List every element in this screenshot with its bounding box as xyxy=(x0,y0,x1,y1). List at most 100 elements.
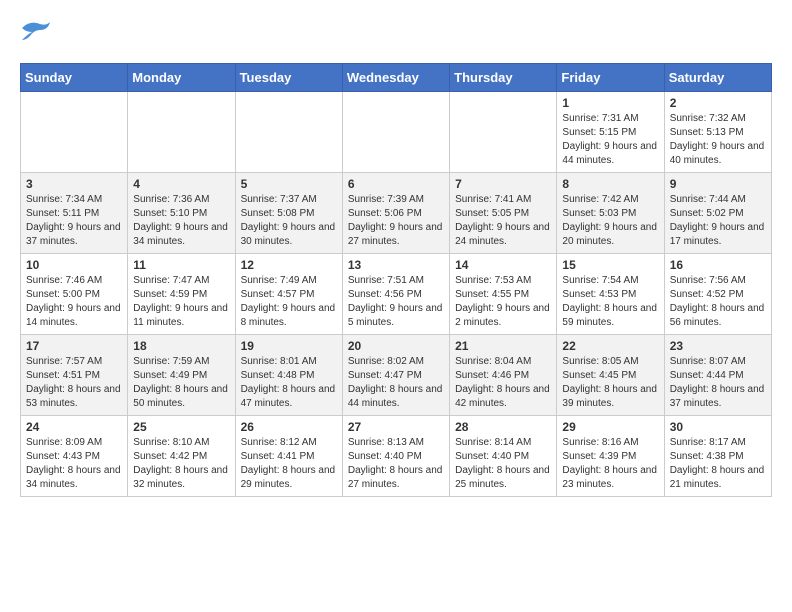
day-info: Sunrise: 7:57 AM Sunset: 4:51 PM Dayligh… xyxy=(26,355,122,411)
day-number: 14 xyxy=(455,258,551,272)
day-number: 1 xyxy=(562,96,658,110)
calendar-week-row: 1 Sunrise: 7:31 AM Sunset: 5:15 PM Daylig… xyxy=(21,92,772,173)
column-header-friday: Friday xyxy=(557,64,664,92)
day-info: Sunrise: 8:14 AM Sunset: 4:40 PM Dayligh… xyxy=(455,436,551,492)
day-info: Sunrise: 8:17 AM Sunset: 4:38 PM Dayligh… xyxy=(670,436,766,492)
day-number: 27 xyxy=(348,420,444,434)
calendar-cell: 27 Sunrise: 8:13 AM Sunset: 4:40 PM Dayli… xyxy=(342,416,449,497)
day-info: Sunrise: 8:04 AM Sunset: 4:46 PM Dayligh… xyxy=(455,355,551,411)
calendar-cell: 5Sunrise: 7:37 AM Sunset: 5:08 PM Daylig… xyxy=(235,173,342,254)
day-info: Sunrise: 7:31 AM Sunset: 5:15 PM Dayligh… xyxy=(562,112,658,168)
calendar-cell xyxy=(128,92,235,173)
calendar-cell: 10 Sunrise: 7:46 AM Sunset: 5:00 PM Dayli… xyxy=(21,254,128,335)
day-info: Sunrise: 7:46 AM Sunset: 5:00 PM Dayligh… xyxy=(26,274,122,330)
column-header-wednesday: Wednesday xyxy=(342,64,449,92)
calendar-week-row: 17 Sunrise: 7:57 AM Sunset: 4:51 PM Dayli… xyxy=(21,335,772,416)
column-header-monday: Monday xyxy=(128,64,235,92)
calendar-week-row: 24 Sunrise: 8:09 AM Sunset: 4:43 PM Dayli… xyxy=(21,416,772,497)
calendar-cell: 8 Sunrise: 7:42 AM Sunset: 5:03 PM Daylig… xyxy=(557,173,664,254)
day-info: Sunrise: 7:47 AM Sunset: 4:59 PM Dayligh… xyxy=(133,274,229,330)
day-number: 26 xyxy=(241,420,337,434)
day-info: Sunrise: 8:09 AM Sunset: 4:43 PM Dayligh… xyxy=(26,436,122,492)
day-info: Sunrise: 7:32 AM Sunset: 5:13 PM Dayligh… xyxy=(670,112,766,168)
day-number: 29 xyxy=(562,420,658,434)
day-info: Sunrise: 7:39 AM Sunset: 5:06 PM Dayligh… xyxy=(348,193,444,249)
day-info: Sunrise: 8:16 AM Sunset: 4:39 PM Dayligh… xyxy=(562,436,658,492)
calendar-header-row: SundayMondayTuesdayWednesdayThursdayFrid… xyxy=(21,64,772,92)
day-info: Sunrise: 8:13 AM Sunset: 4:40 PM Dayligh… xyxy=(348,436,444,492)
calendar-cell: 1 Sunrise: 7:31 AM Sunset: 5:15 PM Daylig… xyxy=(557,92,664,173)
logo-bird-icon xyxy=(22,20,52,42)
calendar-cell: 25Sunrise: 8:10 AM Sunset: 4:42 PM Dayli… xyxy=(128,416,235,497)
calendar-cell: 28 Sunrise: 8:14 AM Sunset: 4:40 PM Dayli… xyxy=(450,416,557,497)
calendar-cell xyxy=(342,92,449,173)
day-number: 9 xyxy=(670,177,766,191)
calendar-cell: 16 Sunrise: 7:56 AM Sunset: 4:52 PM Dayli… xyxy=(664,254,771,335)
calendar-cell: 11 Sunrise: 7:47 AM Sunset: 4:59 PM Dayli… xyxy=(128,254,235,335)
day-info: Sunrise: 8:12 AM Sunset: 4:41 PM Dayligh… xyxy=(241,436,337,492)
calendar-cell: 14Sunrise: 7:53 AM Sunset: 4:55 PM Dayli… xyxy=(450,254,557,335)
calendar-cell: 19Sunrise: 8:01 AM Sunset: 4:48 PM Dayli… xyxy=(235,335,342,416)
calendar-week-row: 3Sunrise: 7:34 AM Sunset: 5:11 PM Daylig… xyxy=(21,173,772,254)
calendar-cell: 15Sunrise: 7:54 AM Sunset: 4:53 PM Dayli… xyxy=(557,254,664,335)
day-number: 3 xyxy=(26,177,122,191)
logo-text xyxy=(20,20,52,47)
day-number: 16 xyxy=(670,258,766,272)
day-number: 22 xyxy=(562,339,658,353)
calendar-cell: 29 Sunrise: 8:16 AM Sunset: 4:39 PM Dayli… xyxy=(557,416,664,497)
calendar-cell: 7 Sunrise: 7:41 AM Sunset: 5:05 PM Daylig… xyxy=(450,173,557,254)
calendar-cell: 9 Sunrise: 7:44 AM Sunset: 5:02 PM Daylig… xyxy=(664,173,771,254)
day-info: Sunrise: 8:05 AM Sunset: 4:45 PM Dayligh… xyxy=(562,355,658,411)
day-info: Sunrise: 7:59 AM Sunset: 4:49 PM Dayligh… xyxy=(133,355,229,411)
calendar-cell: 3Sunrise: 7:34 AM Sunset: 5:11 PM Daylig… xyxy=(21,173,128,254)
day-info: Sunrise: 7:37 AM Sunset: 5:08 PM Dayligh… xyxy=(241,193,337,249)
day-number: 12 xyxy=(241,258,337,272)
calendar-week-row: 10 Sunrise: 7:46 AM Sunset: 5:00 PM Dayli… xyxy=(21,254,772,335)
day-info: Sunrise: 7:54 AM Sunset: 4:53 PM Dayligh… xyxy=(562,274,658,330)
logo xyxy=(20,20,52,47)
day-number: 21 xyxy=(455,339,551,353)
calendar-cell xyxy=(21,92,128,173)
day-number: 17 xyxy=(26,339,122,353)
day-number: 24 xyxy=(26,420,122,434)
calendar-cell: 22 Sunrise: 8:05 AM Sunset: 4:45 PM Dayli… xyxy=(557,335,664,416)
day-info: Sunrise: 7:42 AM Sunset: 5:03 PM Dayligh… xyxy=(562,193,658,249)
calendar-cell: 18 Sunrise: 7:59 AM Sunset: 4:49 PM Dayli… xyxy=(128,335,235,416)
calendar-cell: 17 Sunrise: 7:57 AM Sunset: 4:51 PM Dayli… xyxy=(21,335,128,416)
day-number: 25 xyxy=(133,420,229,434)
day-number: 23 xyxy=(670,339,766,353)
calendar-cell: 30 Sunrise: 8:17 AM Sunset: 4:38 PM Dayli… xyxy=(664,416,771,497)
column-header-sunday: Sunday xyxy=(21,64,128,92)
calendar-cell: 20Sunrise: 8:02 AM Sunset: 4:47 PM Dayli… xyxy=(342,335,449,416)
calendar-cell: 2 Sunrise: 7:32 AM Sunset: 5:13 PM Daylig… xyxy=(664,92,771,173)
calendar-cell: 21 Sunrise: 8:04 AM Sunset: 4:46 PM Dayli… xyxy=(450,335,557,416)
day-number: 28 xyxy=(455,420,551,434)
day-info: Sunrise: 7:44 AM Sunset: 5:02 PM Dayligh… xyxy=(670,193,766,249)
day-info: Sunrise: 7:56 AM Sunset: 4:52 PM Dayligh… xyxy=(670,274,766,330)
day-number: 2 xyxy=(670,96,766,110)
calendar-cell: 13Sunrise: 7:51 AM Sunset: 4:56 PM Dayli… xyxy=(342,254,449,335)
day-number: 8 xyxy=(562,177,658,191)
page-header xyxy=(20,20,772,47)
calendar-cell xyxy=(450,92,557,173)
day-info: Sunrise: 7:49 AM Sunset: 4:57 PM Dayligh… xyxy=(241,274,337,330)
day-info: Sunrise: 7:51 AM Sunset: 4:56 PM Dayligh… xyxy=(348,274,444,330)
day-number: 30 xyxy=(670,420,766,434)
day-number: 6 xyxy=(348,177,444,191)
day-number: 11 xyxy=(133,258,229,272)
day-number: 18 xyxy=(133,339,229,353)
calendar-table: SundayMondayTuesdayWednesdayThursdayFrid… xyxy=(20,63,772,497)
column-header-saturday: Saturday xyxy=(664,64,771,92)
day-number: 4 xyxy=(133,177,229,191)
day-number: 10 xyxy=(26,258,122,272)
day-info: Sunrise: 7:41 AM Sunset: 5:05 PM Dayligh… xyxy=(455,193,551,249)
column-header-tuesday: Tuesday xyxy=(235,64,342,92)
calendar-cell: 26 Sunrise: 8:12 AM Sunset: 4:41 PM Dayli… xyxy=(235,416,342,497)
calendar-cell xyxy=(235,92,342,173)
calendar-cell: 4 Sunrise: 7:36 AM Sunset: 5:10 PM Daylig… xyxy=(128,173,235,254)
day-info: Sunrise: 7:36 AM Sunset: 5:10 PM Dayligh… xyxy=(133,193,229,249)
day-info: Sunrise: 8:07 AM Sunset: 4:44 PM Dayligh… xyxy=(670,355,766,411)
calendar-cell: 24 Sunrise: 8:09 AM Sunset: 4:43 PM Dayli… xyxy=(21,416,128,497)
day-number: 7 xyxy=(455,177,551,191)
calendar-cell: 12 Sunrise: 7:49 AM Sunset: 4:57 PM Dayli… xyxy=(235,254,342,335)
